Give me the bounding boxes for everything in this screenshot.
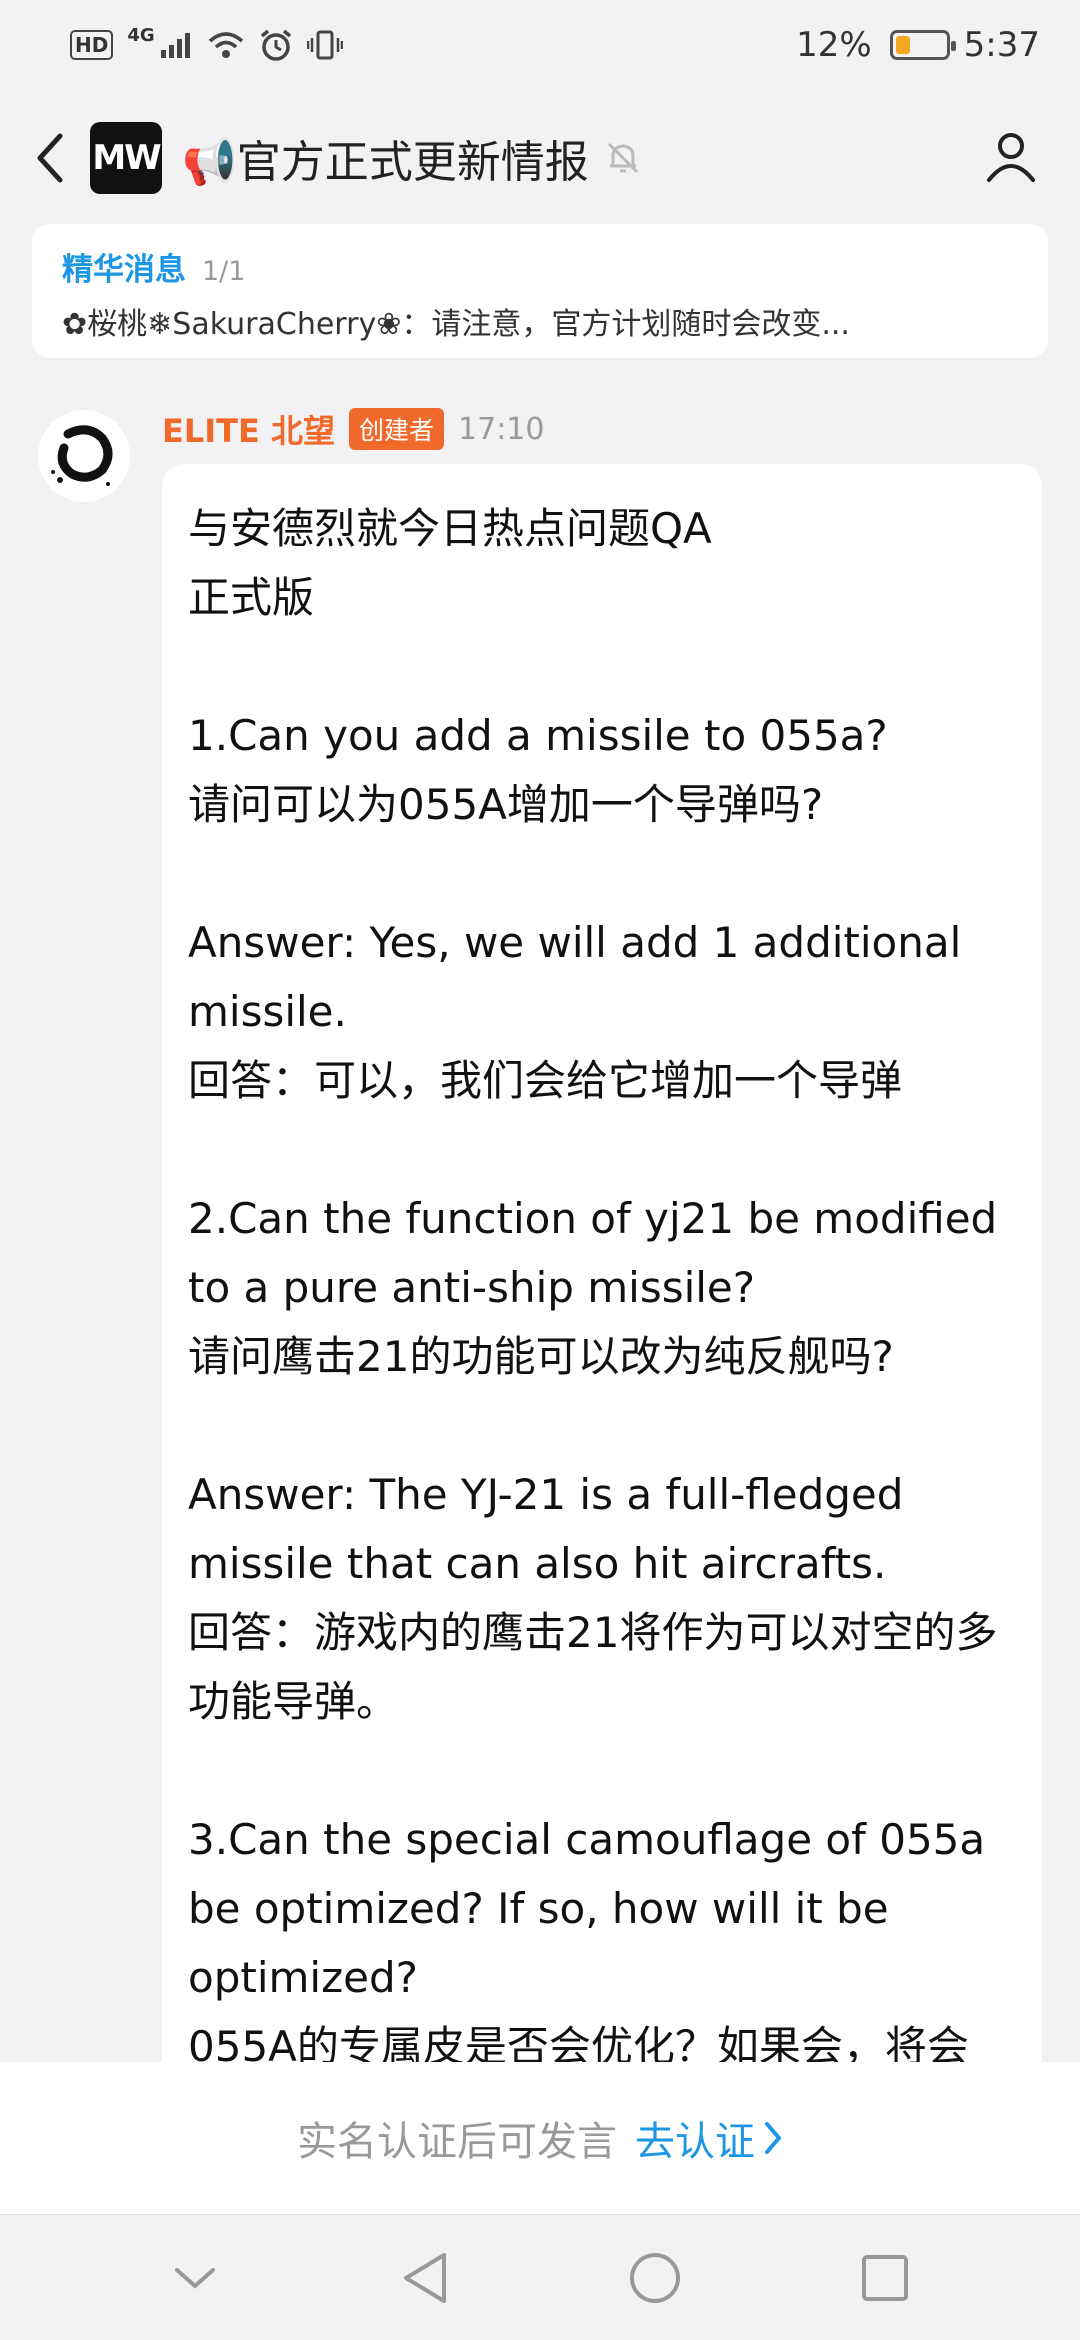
role-badge: 创建者 [349, 408, 445, 450]
avatar[interactable] [38, 410, 130, 502]
battery-percent: 12% [796, 25, 872, 65]
nav-collapse-button[interactable] [160, 2243, 230, 2313]
battery-icon [889, 30, 956, 60]
chevron-right-icon [765, 2122, 781, 2154]
status-bar: HD 4G 12% 5:37 [0, 0, 1080, 90]
message-body: 与安德烈就今日热点问题QA 正式版 1.Can you add a missil… [188, 504, 998, 2071]
nav-back-button[interactable] [390, 2243, 460, 2313]
message-bubble[interactable]: 与安德烈就今日热点问题QA 正式版 1.Can you add a missil… [162, 464, 1042, 2084]
signal-icon [160, 33, 190, 58]
verify-hint: 实名认证后可发言 [297, 2119, 617, 2165]
square-recents-icon [862, 2254, 908, 2301]
triangle-back-icon [404, 2252, 446, 2303]
network-type: 4G [127, 24, 155, 46]
mute-bell-icon [607, 142, 638, 173]
circle-home-icon [630, 2252, 680, 2303]
channel-logo[interactable]: MW [90, 121, 162, 194]
clock: 5:37 [963, 25, 1040, 65]
status-right: 12% 5:37 [796, 25, 1040, 65]
verify-link[interactable]: 去认证 [635, 2109, 783, 2167]
pinned-preview: ✿桜桃❄SakuraCherry❀：请注意，官方计划随时会改变... [62, 307, 850, 342]
verify-bar: 实名认证后可发言 去认证 [0, 2062, 1080, 2214]
vibrate-icon [306, 30, 343, 60]
sender-name[interactable]: ELITE 北望 [162, 406, 335, 452]
profile-button[interactable] [982, 128, 1040, 186]
nav-recents-button[interactable] [850, 2243, 920, 2313]
pinned-header: 精华消息 1/1 [62, 244, 1018, 289]
verify-link-label: 去认证 [635, 2119, 755, 2165]
pinned-label: 精华消息 [62, 252, 186, 288]
wifi-icon [208, 32, 243, 58]
message-meta: ELITE 北望 创建者 17:10 [162, 406, 544, 452]
battery-fill [895, 36, 910, 54]
back-button[interactable] [30, 128, 70, 188]
pinned-message-card[interactable]: 精华消息 1/1 ✿桜桃❄SakuraCherry❀：请注意，官方计划随时会改变… [32, 224, 1048, 358]
pinned-count: 1/1 [202, 256, 246, 287]
chevron-down-icon [175, 2267, 215, 2289]
chat-header: MW 📢官方正式更新情报 [0, 100, 1080, 215]
status-left: HD 4G [70, 24, 343, 62]
chevron-left-icon [37, 133, 63, 182]
hd-indicator: HD [70, 30, 114, 60]
message-time: 17:10 [458, 411, 545, 447]
nav-home-button[interactable] [620, 2243, 690, 2313]
system-nav-bar [0, 2214, 1080, 2340]
enso-avatar-icon [38, 410, 130, 502]
page-title: 📢官方正式更新情报 [182, 136, 589, 188]
alarm-icon [260, 29, 291, 61]
